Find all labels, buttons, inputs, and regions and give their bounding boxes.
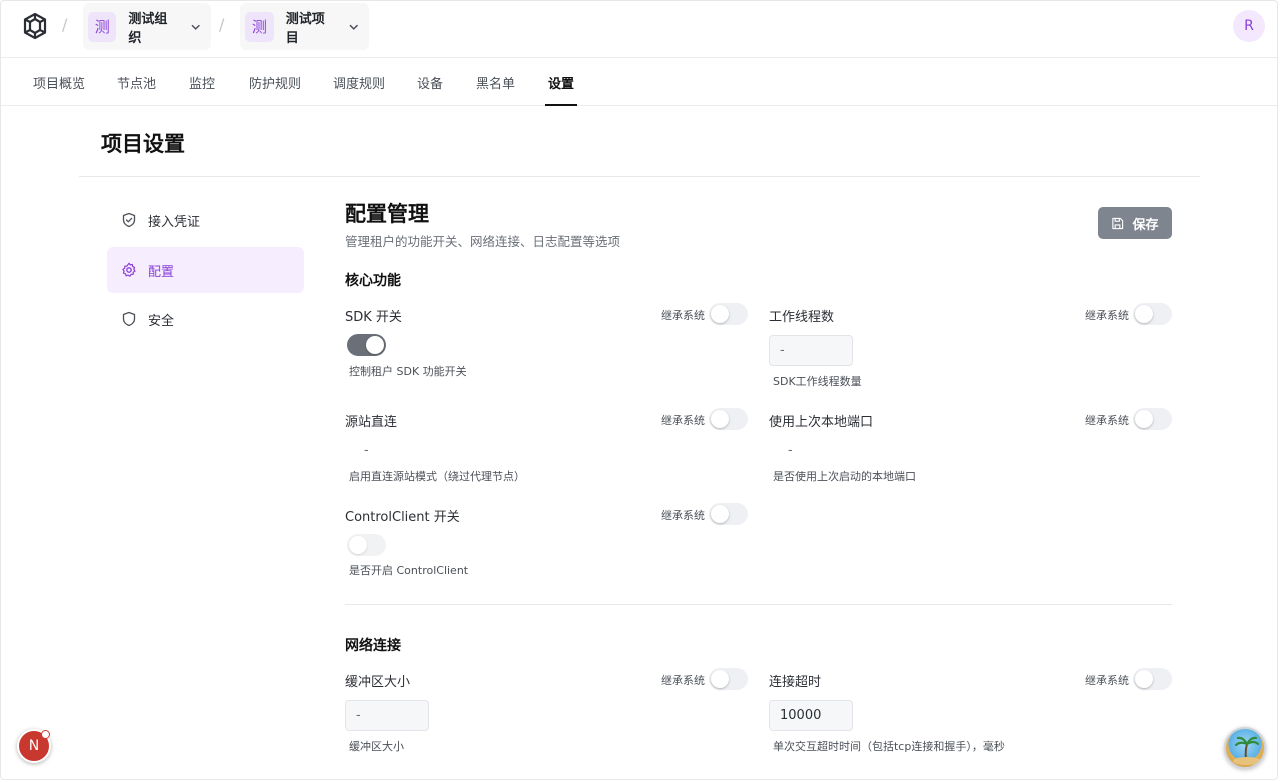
notification-initial: N (28, 738, 40, 754)
shield-check-icon (122, 212, 136, 228)
shield-icon (122, 311, 136, 327)
logo-icon[interactable] (21, 12, 49, 40)
inherit-label: 继承系统 (661, 309, 705, 322)
tab-protection-rules[interactable]: 防护规则 (249, 73, 301, 106)
save-icon (1112, 217, 1124, 229)
control-client-label: ControlClient 开关 (345, 510, 460, 525)
chevron-down-icon (349, 24, 358, 30)
buffer-size-help: 缓冲区大小 (349, 740, 404, 753)
tab-devices[interactable]: 设备 (417, 73, 443, 106)
breadcrumb-separator: / (62, 15, 68, 34)
breadcrumb-separator: / (219, 15, 225, 34)
divider (79, 176, 1200, 177)
section-divider (345, 604, 1172, 605)
tab-scheduling-rules[interactable]: 调度规则 (333, 73, 385, 106)
control-client-help: 是否开启 ControlClient (349, 564, 469, 577)
inherit-label: 继承系统 (1085, 309, 1129, 322)
gear-icon (122, 262, 136, 277)
sidebar-item-credentials[interactable]: 接入凭证 (107, 197, 304, 243)
last-local-port-value: - (788, 443, 793, 458)
inherit-label: 继承系统 (661, 674, 705, 687)
origin-direct-inherit-toggle[interactable] (709, 408, 748, 430)
help-assistant-button[interactable] (1224, 727, 1266, 769)
sdk-switch-help: 控制租户 SDK 功能开关 (349, 365, 467, 378)
tab-monitoring[interactable]: 监控 (189, 73, 215, 106)
tab-node-pool[interactable]: 节点池 (117, 73, 156, 106)
section-title-core: 核心功能 (345, 273, 401, 289)
buffer-size-input[interactable]: - (345, 700, 429, 731)
sidebar-item-label: 接入凭证 (148, 214, 201, 230)
config-title: 配置管理 (345, 202, 429, 226)
inherit-label: 继承系统 (661, 509, 705, 522)
save-button[interactable]: 保存 (1098, 207, 1172, 239)
project-switcher[interactable]: 测 测试项目 (240, 3, 369, 50)
last-local-port-label: 使用上次本地端口 (769, 415, 874, 430)
connect-timeout-help: 单次交互超时时间（包括tcp连接和握手），毫秒 (773, 740, 1005, 753)
last-local-port-inherit-toggle[interactable] (1133, 408, 1172, 430)
org-name: 测试组织 (128, 11, 168, 46)
last-local-port-help: 是否使用上次启动的本地端口 (773, 470, 916, 483)
project-tabs: 项目概览 节点池 监控 防护规则 调度规则 设备 黑名单 设置 (1, 58, 1277, 106)
page-title: 项目设置 (101, 132, 185, 156)
sdk-switch-label: SDK 开关 (345, 310, 402, 325)
sidebar-item-label: 配置 (148, 264, 175, 280)
project-name: 测试项目 (285, 11, 325, 46)
tab-blacklist[interactable]: 黑名单 (476, 73, 515, 106)
worker-threads-label: 工作线程数 (769, 310, 835, 325)
top-bar: / 测 测试组织 / 测 测试项目 R (1, 1, 1277, 58)
tab-settings[interactable]: 设置 (545, 73, 578, 106)
buffer-size-inherit-toggle[interactable] (709, 668, 748, 690)
inherit-label: 继承系统 (1085, 674, 1129, 687)
inherit-label: 继承系统 (661, 414, 705, 427)
app-window: / 测 测试组织 / 测 测试项目 R 项目概览 节点池 监控 防护规则 调度规… (0, 0, 1278, 780)
connect-timeout-inherit-toggle[interactable] (1133, 668, 1172, 690)
notification-dot (41, 730, 50, 739)
inherit-label: 继承系统 (1085, 414, 1129, 427)
project-badge: 测 (245, 11, 274, 42)
save-label: 保存 (1132, 217, 1159, 233)
user-avatar[interactable]: R (1233, 10, 1265, 42)
origin-direct-help: 启用直连源站模式（绕过代理节点） (349, 470, 525, 483)
sidebar-item-label: 安全 (148, 313, 175, 329)
control-client-toggle[interactable] (347, 534, 386, 556)
org-badge: 测 (88, 11, 117, 42)
org-switcher[interactable]: 测 测试组织 (83, 3, 211, 50)
origin-direct-label: 源站直连 (345, 415, 398, 430)
worker-threads-input[interactable]: - (769, 335, 853, 366)
sdk-switch-toggle[interactable] (347, 334, 386, 356)
sidebar-item-config[interactable]: 配置 (107, 247, 304, 293)
buffer-size-label: 缓冲区大小 (345, 675, 411, 690)
worker-threads-help: SDK工作线程数量 (773, 375, 862, 388)
connect-timeout-label: 连接超时 (769, 675, 822, 690)
connect-timeout-input[interactable]: 10000 (769, 700, 853, 731)
notification-button[interactable]: N (17, 729, 51, 763)
origin-direct-value: - (364, 443, 369, 458)
control-client-inherit-toggle[interactable] (709, 503, 748, 525)
config-subtitle: 管理租户的功能开关、网络连接、日志配置等选项 (345, 234, 621, 249)
tab-overview[interactable]: 项目概览 (33, 73, 85, 106)
sdk-switch-inherit-toggle[interactable] (709, 303, 748, 325)
worker-threads-inherit-toggle[interactable] (1133, 303, 1172, 325)
sidebar-item-security[interactable]: 安全 (107, 296, 304, 342)
section-title-network: 网络连接 (345, 638, 401, 654)
chevron-down-icon (191, 24, 200, 30)
